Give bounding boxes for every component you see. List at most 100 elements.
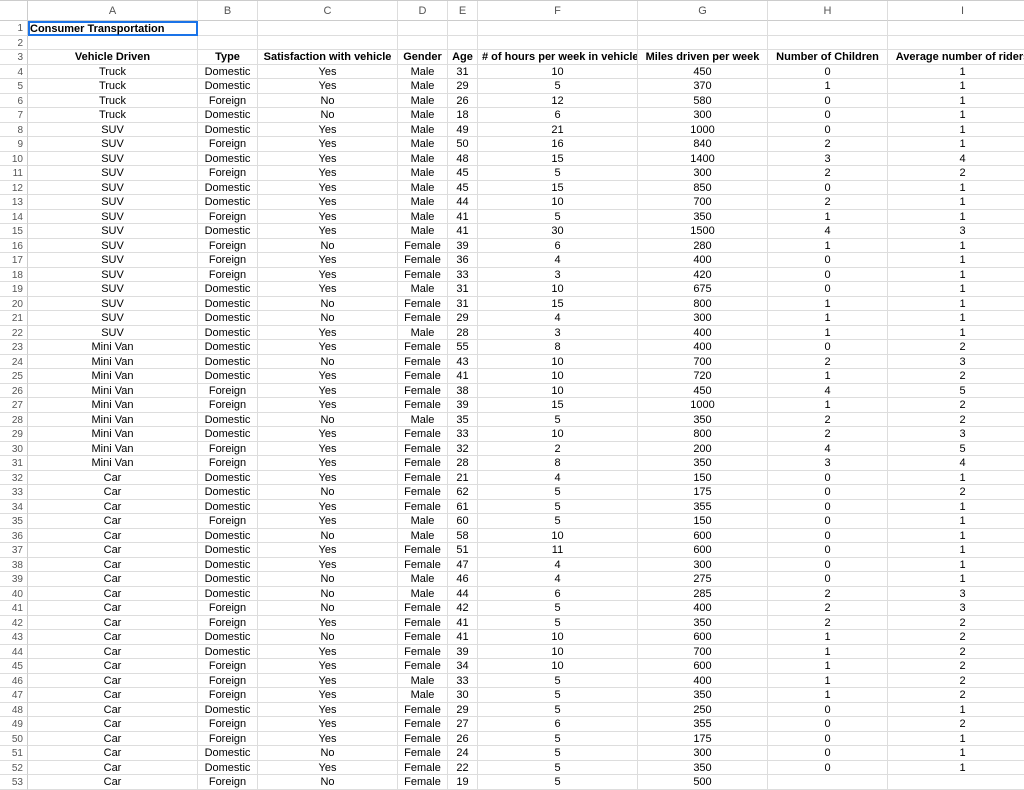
data-cell[interactable]: Domestic (198, 340, 258, 355)
data-cell[interactable]: Female (398, 297, 448, 312)
data-cell[interactable]: Mini Van (28, 369, 198, 384)
data-cell[interactable]: 41 (448, 210, 478, 225)
data-cell[interactable]: 61 (448, 500, 478, 515)
data-cell[interactable]: Foreign (198, 659, 258, 674)
row-header-53[interactable]: 53 (0, 775, 28, 790)
row-header-39[interactable]: 39 (0, 572, 28, 587)
data-cell[interactable]: Yes (258, 253, 398, 268)
data-cell[interactable]: 5 (888, 442, 1024, 457)
data-cell[interactable]: Car (28, 761, 198, 776)
data-cell[interactable]: 1 (888, 282, 1024, 297)
row-header-14[interactable]: 14 (0, 210, 28, 225)
column-header-A[interactable]: A (28, 1, 198, 21)
row-header-3[interactable]: 3 (0, 50, 28, 65)
data-cell[interactable]: SUV (28, 311, 198, 326)
data-cell[interactable]: Female (398, 456, 448, 471)
data-cell[interactable]: 0 (768, 268, 888, 283)
data-cell[interactable]: 1 (888, 311, 1024, 326)
data-cell[interactable]: 26 (448, 732, 478, 747)
data-cell[interactable]: 48 (448, 152, 478, 167)
data-cell[interactable]: 41 (448, 630, 478, 645)
row-header-12[interactable]: 12 (0, 181, 28, 196)
data-cell[interactable]: No (258, 572, 398, 587)
data-cell[interactable]: 3 (478, 326, 638, 341)
data-cell[interactable]: 1 (888, 572, 1024, 587)
empty-cell[interactable] (768, 36, 888, 51)
data-cell[interactable]: Yes (258, 456, 398, 471)
data-cell[interactable]: Foreign (198, 384, 258, 399)
data-cell[interactable]: 1400 (638, 152, 768, 167)
data-cell[interactable]: 62 (448, 485, 478, 500)
data-cell[interactable]: 5 (478, 746, 638, 761)
row-header-11[interactable]: 11 (0, 166, 28, 181)
data-cell[interactable]: Female (398, 500, 448, 515)
row-header-20[interactable]: 20 (0, 297, 28, 312)
data-cell[interactable]: Female (398, 239, 448, 254)
data-cell[interactable]: 21 (448, 471, 478, 486)
data-cell[interactable]: 33 (448, 427, 478, 442)
data-cell[interactable]: Truck (28, 65, 198, 80)
data-cell[interactable]: 1000 (638, 123, 768, 138)
data-cell[interactable]: Domestic (198, 369, 258, 384)
data-cell[interactable]: 1 (768, 630, 888, 645)
data-cell[interactable]: 2 (888, 645, 1024, 660)
data-cell[interactable]: 1 (888, 703, 1024, 718)
data-cell[interactable]: Yes (258, 659, 398, 674)
data-cell[interactable]: 4 (478, 311, 638, 326)
data-cell[interactable]: 30 (448, 688, 478, 703)
row-header-13[interactable]: 13 (0, 195, 28, 210)
data-cell[interactable]: 1 (888, 268, 1024, 283)
data-cell[interactable]: SUV (28, 239, 198, 254)
data-cell[interactable]: 3 (478, 268, 638, 283)
data-cell[interactable]: 30 (478, 224, 638, 239)
data-cell[interactable]: 38 (448, 384, 478, 399)
data-cell[interactable]: 1500 (638, 224, 768, 239)
data-cell[interactable]: 2 (768, 601, 888, 616)
data-cell[interactable]: 3 (888, 224, 1024, 239)
data-cell[interactable]: Male (398, 108, 448, 123)
data-cell[interactable]: Female (398, 369, 448, 384)
data-cell[interactable]: 0 (768, 732, 888, 747)
data-cell[interactable]: SUV (28, 166, 198, 181)
data-cell[interactable]: 10 (478, 369, 638, 384)
data-cell[interactable]: 41 (448, 369, 478, 384)
data-cell[interactable] (768, 775, 888, 790)
row-header-28[interactable]: 28 (0, 413, 28, 428)
row-header-2[interactable]: 2 (0, 36, 28, 51)
data-cell[interactable]: 850 (638, 181, 768, 196)
data-cell[interactable]: Domestic (198, 355, 258, 370)
empty-cell[interactable] (198, 21, 258, 36)
data-cell[interactable]: Domestic (198, 79, 258, 94)
data-cell[interactable]: Yes (258, 326, 398, 341)
data-cell[interactable]: 400 (638, 674, 768, 689)
data-cell[interactable]: Female (398, 659, 448, 674)
data-cell[interactable]: Female (398, 630, 448, 645)
data-cell[interactable]: 8 (478, 456, 638, 471)
column-header-C[interactable]: C (258, 1, 398, 21)
data-cell[interactable]: 350 (638, 210, 768, 225)
data-cell[interactable]: 1 (888, 761, 1024, 776)
row-header-44[interactable]: 44 (0, 645, 28, 660)
data-cell[interactable]: Foreign (198, 688, 258, 703)
empty-cell[interactable] (28, 36, 198, 51)
row-header-27[interactable]: 27 (0, 398, 28, 413)
data-cell[interactable]: 0 (768, 514, 888, 529)
data-cell[interactable]: SUV (28, 282, 198, 297)
data-cell[interactable]: SUV (28, 297, 198, 312)
data-cell[interactable]: 2 (888, 616, 1024, 631)
data-cell[interactable]: Mini Van (28, 355, 198, 370)
data-cell[interactable]: 1 (768, 79, 888, 94)
data-cell[interactable]: 39 (448, 398, 478, 413)
data-cell[interactable]: Female (398, 601, 448, 616)
data-cell[interactable]: 15 (478, 398, 638, 413)
data-cell[interactable]: 10 (478, 659, 638, 674)
data-cell[interactable]: 0 (768, 717, 888, 732)
data-cell[interactable]: 4 (768, 384, 888, 399)
data-cell[interactable]: No (258, 485, 398, 500)
data-cell[interactable]: 1 (888, 297, 1024, 312)
data-cell[interactable]: Yes (258, 514, 398, 529)
data-cell[interactable]: 1 (888, 471, 1024, 486)
data-cell[interactable]: 4 (478, 471, 638, 486)
data-cell[interactable]: 5 (478, 674, 638, 689)
data-cell[interactable]: Domestic (198, 529, 258, 544)
